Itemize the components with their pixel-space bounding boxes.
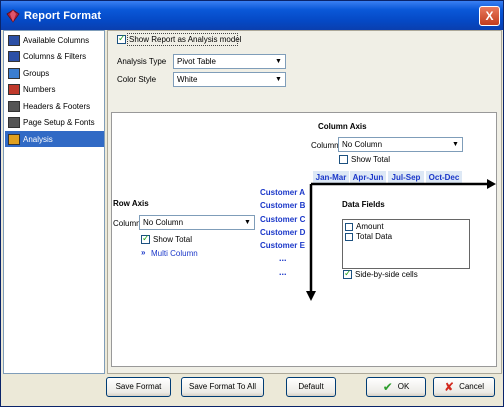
app-gem-icon [6, 9, 20, 23]
cancel-button[interactable]: ✘ Cancel [433, 377, 495, 397]
row-axis-title: Row Axis [113, 199, 149, 208]
chevron-down-icon: ▼ [275, 58, 282, 65]
row-ellipsis: ... [279, 253, 287, 263]
analysis-type-value: Pivot Table [177, 57, 216, 66]
cancel-x-icon: ✘ [444, 380, 455, 394]
column-axis-title: Column Axis [318, 122, 367, 131]
row-axis-column-label: Column [113, 219, 141, 228]
analysis-type-label: Analysis Type [117, 57, 167, 66]
column-axis-select[interactable]: No Column ▼ [338, 137, 463, 152]
row-axis-value: No Column [143, 218, 184, 227]
column-axis-column-label: Column [311, 141, 339, 150]
column-show-total-checkbox[interactable] [339, 155, 348, 164]
available-columns-icon [8, 34, 20, 46]
sidebar-item-label: Groups [23, 68, 50, 78]
page-setup-icon [8, 117, 20, 128]
row-show-total-label: Show Total [153, 235, 192, 244]
columns-filters-icon [8, 51, 20, 62]
default-button[interactable]: Default [286, 377, 336, 397]
analysis-icon [8, 133, 20, 145]
chevron-down-icon: ▼ [275, 76, 282, 83]
data-field-label: Amount [356, 222, 384, 231]
data-field-checkbox[interactable] [345, 232, 353, 241]
data-field-item[interactable]: Total Data [345, 232, 392, 241]
data-field-item[interactable]: Amount [345, 222, 384, 231]
report-format-window: Report Format X Available Columns Columns… [0, 0, 504, 407]
save-format-button[interactable]: Save Format [106, 377, 171, 397]
sidebar-item-label: Page Setup & Fonts [23, 118, 95, 127]
side-by-side-label: Side-by-side cells [355, 270, 418, 279]
checkmark-icon: ✔ [382, 380, 393, 394]
column-show-total-label: Show Total [351, 155, 390, 164]
sidebar: Available Columns Columns & Filters Groups… [3, 30, 105, 374]
double-chevron-down-icon: » [141, 248, 146, 257]
sidebar-item-headers-footers[interactable]: Headers & Footers [5, 98, 104, 114]
data-fields-list: Amount Total Data [342, 219, 470, 269]
groups-icon [8, 67, 20, 79]
data-field-label: Total Data [356, 232, 393, 241]
color-style-value: White [177, 75, 198, 84]
sidebar-item-columns-filters[interactable]: Columns & Filters [5, 49, 104, 65]
data-field-checkbox[interactable] [345, 222, 353, 231]
sidebar-item-label: Headers & Footers [23, 101, 91, 111]
headers-footers-icon [8, 100, 20, 112]
sidebar-item-analysis[interactable]: Analysis [5, 131, 104, 147]
numbers-icon [8, 84, 20, 95]
side-by-side-checkbox[interactable] [343, 268, 352, 279]
show-analysis-model-checkbox[interactable] [117, 33, 126, 44]
sidebar-item-numbers[interactable]: Numbers [5, 82, 104, 98]
color-style-label: Color Style [117, 75, 157, 84]
row-header: Customer D [260, 228, 306, 237]
analysis-type-select[interactable]: Pivot Table ▼ [173, 54, 286, 69]
window-title: Report Format [24, 9, 102, 22]
cancel-label: Cancel [459, 382, 484, 392]
sidebar-item-groups[interactable]: Groups [5, 65, 104, 81]
row-header: Customer A [260, 188, 306, 197]
sidebar-item-label: Columns & Filters [23, 52, 87, 61]
chevron-down-icon: ▼ [244, 219, 251, 226]
ok-button[interactable]: ✔ OK [366, 377, 426, 397]
color-style-select[interactable]: White ▼ [173, 72, 286, 87]
row-axis-select[interactable]: No Column ▼ [139, 215, 255, 230]
sidebar-item-page-setup-fonts[interactable]: Page Setup & Fonts [5, 115, 104, 131]
show-analysis-model-focus [127, 33, 238, 46]
column-axis-value: No Column [342, 140, 383, 149]
row-show-total-checkbox[interactable] [141, 233, 150, 244]
sidebar-item-label: Numbers [23, 85, 56, 94]
sidebar-item-available-columns[interactable]: Available Columns [5, 32, 104, 48]
close-button[interactable]: X [479, 6, 500, 26]
row-header: Customer C [260, 215, 306, 224]
row-ellipsis: ... [279, 267, 287, 277]
row-header: Customer B [260, 201, 306, 210]
multi-column-link[interactable]: Multi Column [151, 249, 198, 258]
ok-label: OK [397, 382, 410, 392]
save-format-to-all-button[interactable]: Save Format To All [181, 377, 264, 397]
data-fields-title: Data Fields [342, 200, 385, 209]
sidebar-item-label: Available Columns [23, 35, 90, 45]
sidebar-item-label: Analysis [23, 134, 53, 144]
chevron-down-icon: ▼ [452, 141, 459, 148]
title-bar: Report Format X [1, 1, 503, 30]
row-header: Customer E [260, 241, 305, 250]
